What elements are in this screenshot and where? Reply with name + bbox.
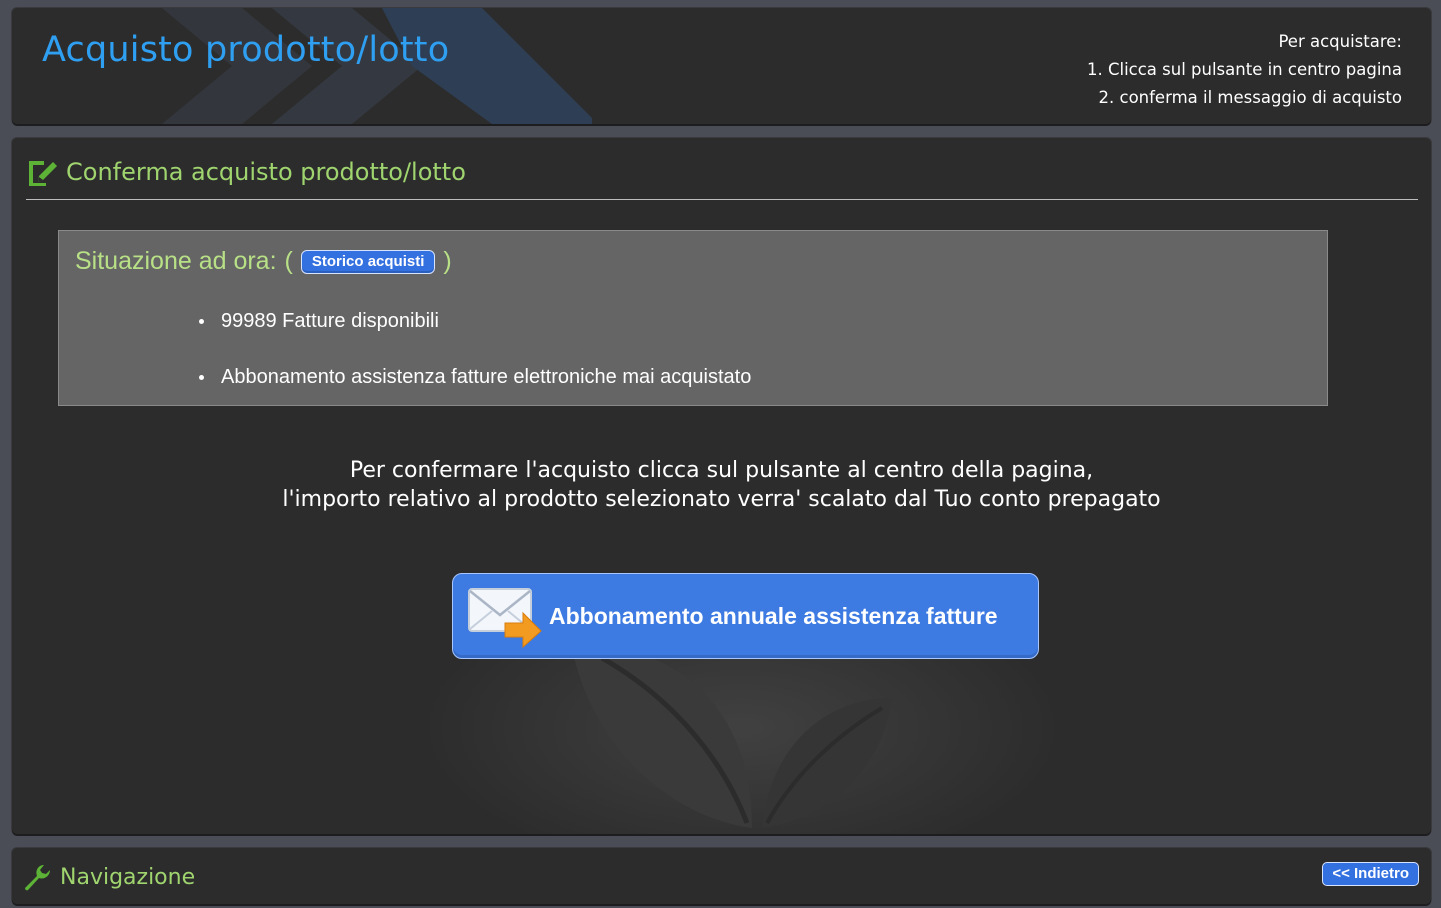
close-paren: ) xyxy=(443,247,452,275)
purchase-history-button[interactable]: Storico acquisti xyxy=(300,249,436,274)
status-box: Situazione ad ora: ( Storico acquisti ) … xyxy=(58,230,1328,406)
instructions-step-1: 1. Clicca sul pulsante in centro pagina xyxy=(1086,60,1402,79)
divider xyxy=(26,199,1418,200)
list-item: Abbonamento assistenza fatture elettroni… xyxy=(197,349,751,405)
confirm-message: Per confermare l'acquisto clicca sul pul… xyxy=(12,456,1431,514)
confirm-line-1: Per confermare l'acquisto clicca sul pul… xyxy=(349,458,1094,483)
navigation-section: Navigazione xyxy=(22,862,195,892)
instructions: Per acquistare: 1. Clicca sul pulsante i… xyxy=(1087,28,1402,112)
section-header: Conferma acquisto prodotto/lotto xyxy=(26,156,466,188)
status-list: 99989 Fatture disponibili Abbonamento as… xyxy=(197,293,751,405)
main-panel: Conferma acquisto prodotto/lotto Situazi… xyxy=(12,138,1431,834)
mail-send-icon xyxy=(468,588,542,649)
confirm-line-2: l'importo relativo al prodotto seleziona… xyxy=(282,487,1161,512)
navigation-label: Navigazione xyxy=(60,864,196,890)
purchase-button-label: Abbonamento annuale assistenza fatture xyxy=(549,602,998,629)
edit-document-icon xyxy=(29,161,57,186)
footer-panel: Navigazione << Indietro xyxy=(12,848,1431,904)
header-panel: Acquisto prodotto/lotto Per acquistare: … xyxy=(12,8,1431,124)
status-label: Situazione ad ora: xyxy=(75,247,277,275)
open-paren: ( xyxy=(284,247,293,275)
status-title: Situazione ad ora: ( Storico acquisti ) xyxy=(75,247,452,276)
list-item: 99989 Fatture disponibili xyxy=(197,293,751,349)
instructions-intro: Per acquistare: xyxy=(1278,32,1402,51)
instructions-step-2: 2. conferma il messaggio di acquisto xyxy=(1098,88,1402,107)
purchase-annual-subscription-button[interactable]: Abbonamento annuale assistenza fatture xyxy=(452,573,1039,659)
section-title: Conferma acquisto prodotto/lotto xyxy=(66,158,466,186)
page-title: Acquisto prodotto/lotto xyxy=(42,30,450,70)
back-button[interactable]: << Indietro xyxy=(1322,862,1419,886)
wrench-icon xyxy=(25,865,50,891)
